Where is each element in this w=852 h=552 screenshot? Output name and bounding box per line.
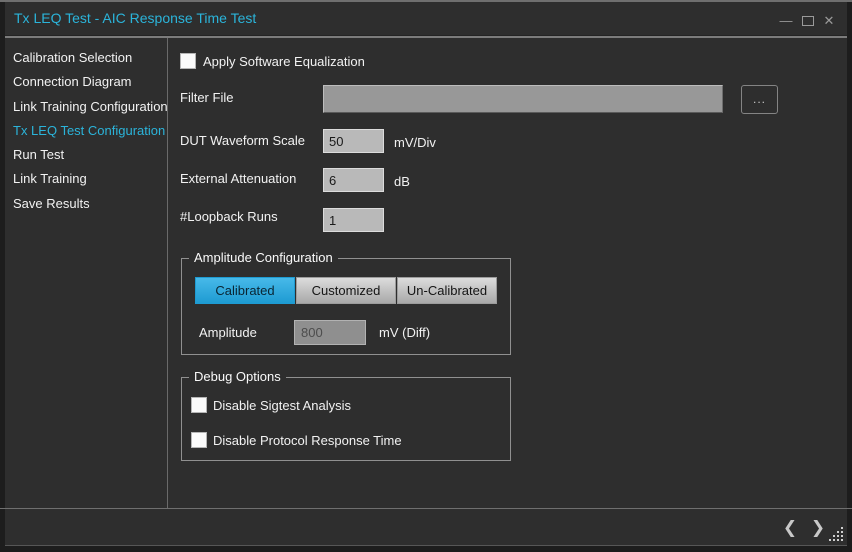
sidebar-item-run-test[interactable]: Run Test: [13, 143, 64, 167]
sidebar-item-link-training[interactable]: Link Training: [13, 167, 87, 191]
window-title: Tx LEQ Test - AIC Response Time Test: [14, 2, 256, 35]
resize-grip[interactable]: [829, 527, 831, 529]
disable-sigtest-analysis-label: Disable Sigtest Analysis: [213, 398, 351, 414]
close-icon: ✕: [824, 13, 835, 28]
amplitude-input[interactable]: [294, 320, 366, 345]
loopback-runs-label: #Loopback Runs: [180, 209, 278, 225]
minimize-button[interactable]: —: [778, 10, 794, 32]
un-calibrated-button[interactable]: Un-Calibrated: [397, 277, 497, 304]
footer-bar: [5, 509, 847, 545]
close-button[interactable]: ✕: [821, 10, 837, 32]
external-attenuation-unit: dB: [394, 174, 410, 190]
sidebar-item-save-results[interactable]: Save Results: [13, 192, 90, 216]
disable-protocol-response-time-checkbox[interactable]: [191, 432, 207, 448]
loopback-runs-input[interactable]: [323, 208, 384, 232]
filter-file-input[interactable]: [323, 85, 723, 113]
previous-page-button[interactable]: ❮: [781, 517, 799, 539]
footer-bottom-line: [5, 545, 847, 546]
sidebar-item-connection-diagram[interactable]: Connection Diagram: [13, 70, 132, 94]
minimize-icon: —: [780, 13, 793, 28]
sidebar-item-tx-leq-test-configuration[interactable]: Tx LEQ Test Configuration: [13, 119, 165, 143]
dut-waveform-scale-unit: mV/Div: [394, 135, 436, 151]
debug-options-group: Debug Options Disable Sigtest Analysis D…: [181, 377, 511, 461]
dialog-window: Tx LEQ Test - AIC Response Time Test — ✕…: [0, 0, 852, 552]
amplitude-label: Amplitude: [199, 325, 257, 341]
next-page-button[interactable]: ❯: [809, 517, 827, 539]
disable-sigtest-analysis-checkbox[interactable]: [191, 397, 207, 413]
browse-button[interactable]: ...: [741, 85, 778, 114]
amplitude-unit: mV (Diff): [379, 325, 430, 341]
chevron-left-icon: ❮: [783, 518, 797, 537]
external-attenuation-label: External Attenuation: [180, 171, 296, 187]
debug-options-title: Debug Options: [189, 369, 286, 385]
maximize-button[interactable]: [799, 10, 817, 32]
customized-button[interactable]: Customized: [296, 277, 396, 304]
apply-software-equalization-label: Apply Software Equalization: [203, 54, 365, 70]
filter-file-label: Filter File: [180, 90, 233, 106]
sidebar-item-calibration-selection[interactable]: Calibration Selection: [13, 46, 132, 70]
external-attenuation-input[interactable]: [323, 168, 384, 192]
sidebar-item-link-training-configuration[interactable]: Link Training Configuration: [13, 95, 168, 119]
calibrated-button[interactable]: Calibrated: [195, 277, 295, 304]
disable-protocol-response-time-label: Disable Protocol Response Time: [213, 433, 402, 449]
apply-software-equalization-checkbox[interactable]: [180, 53, 196, 69]
dut-waveform-scale-label: DUT Waveform Scale: [180, 133, 305, 149]
maximize-icon: [802, 16, 814, 26]
chevron-right-icon: ❯: [811, 518, 825, 537]
amplitude-configuration-title: Amplitude Configuration: [189, 250, 338, 266]
dut-waveform-scale-input[interactable]: [323, 129, 384, 153]
amplitude-configuration-group: Amplitude Configuration Calibrated Custo…: [181, 258, 511, 355]
